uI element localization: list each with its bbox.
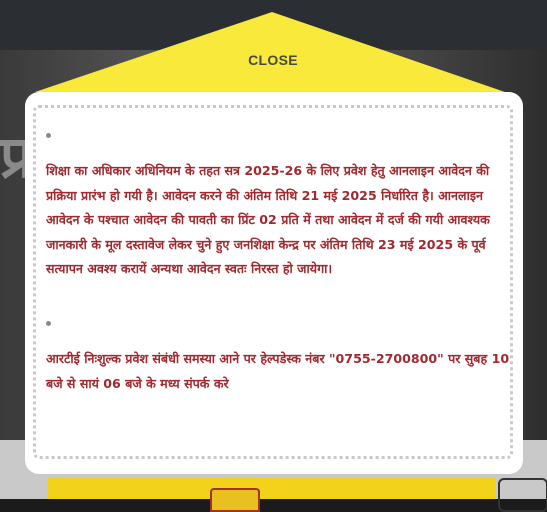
notice-text: आरटीई निःशुल्क प्रवेश संबंधी समस्या आने … <box>46 351 510 391</box>
bullet-icon <box>46 133 51 138</box>
bullet-icon <box>46 321 51 326</box>
notice-card <box>25 92 523 474</box>
notice-modal: CLOSE शिक्षा का अधिकार अधिनियम के तहत सत… <box>0 0 547 499</box>
notice-text: शिक्षा का अधिकार अधिनियम के तहत सत्र 202… <box>46 163 490 276</box>
close-button[interactable]: CLOSE <box>224 48 322 72</box>
